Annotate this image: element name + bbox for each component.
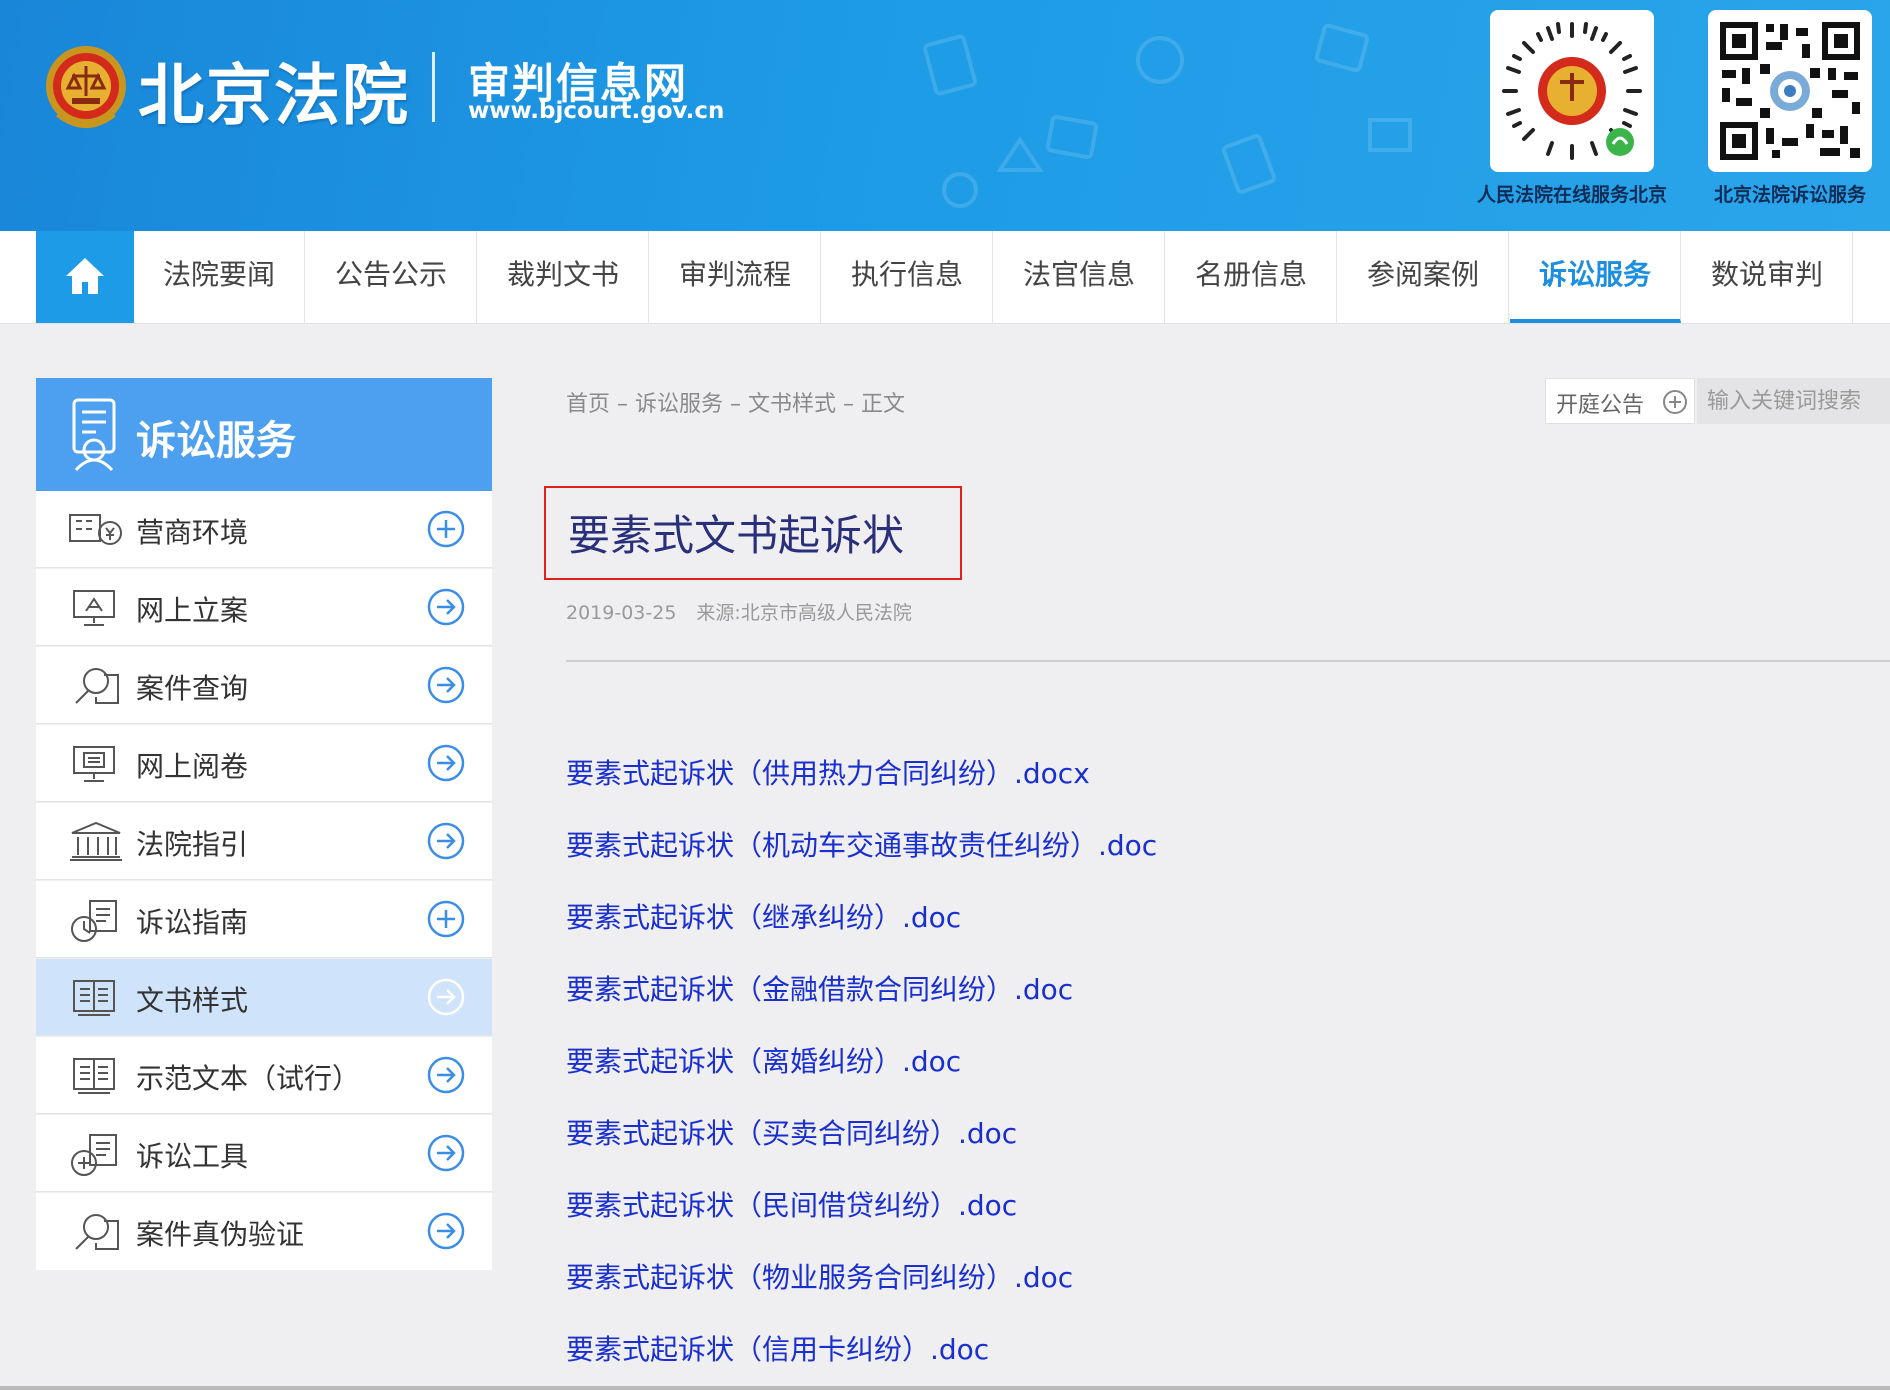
litigation-service-icon — [72, 398, 116, 472]
file-download-link[interactable]: 要素式起诉状（民间借贷纠纷）.doc — [566, 1184, 1017, 1224]
file-download-link[interactable]: 要素式起诉状（机动车交通事故责任纠纷）.doc — [566, 824, 1157, 864]
sidebar-item-label: 案件真伪验证 — [136, 1218, 305, 1251]
sidebar-item-litigation-tools[interactable]: 诉讼工具 — [36, 1115, 492, 1192]
article-meta: 2019-03-25 来源:北京市高级人民法院 — [566, 598, 912, 625]
litigation-guide-icon — [71, 900, 117, 942]
court-emblem-logo — [46, 46, 126, 128]
arrow-right-circle-icon[interactable] — [426, 743, 466, 783]
search-input[interactable] — [1697, 378, 1890, 424]
expand-plus-icon[interactable] — [426, 509, 466, 549]
sample-text-icon — [73, 1058, 115, 1094]
file-download-link[interactable]: 要素式起诉状（继承纠纷）.doc — [566, 896, 961, 936]
case-verify-icon — [75, 1214, 119, 1250]
site-logo-title: 北京法院 — [138, 57, 410, 134]
window-bottom-edge — [0, 1386, 1890, 1390]
file-download-link[interactable]: 要素式起诉状（供用热力合同纠纷）.docx — [566, 752, 1090, 792]
sidebar-item-label: 示范文本（试行） — [136, 1062, 361, 1095]
arrow-right-circle-icon[interactable] — [426, 587, 466, 627]
sidebar-item-online-filing[interactable]: 网上立案 — [36, 569, 492, 646]
file-download-link[interactable]: 要素式起诉状（信用卡纠纷）.doc — [566, 1328, 989, 1368]
arrow-right-circle-icon[interactable] — [426, 665, 466, 705]
business-environment-icon — [69, 514, 122, 545]
sidebar-item-case-search[interactable]: 案件查询 — [36, 647, 492, 724]
site-header: 北京法院 审判信息网 www.bjcourt.gov.cn 人民法院在线服务北京 — [0, 0, 1890, 231]
court-notice-button[interactable]: 开庭公告 — [1545, 378, 1695, 424]
sidebar-item-label: 网上阅卷 — [136, 750, 249, 783]
nav-item-trial-statistics[interactable]: 数说审判 — [1682, 231, 1853, 323]
sidebar-item-sample-texts[interactable]: 示范文本（试行） — [36, 1037, 492, 1114]
logo-divider — [432, 52, 435, 122]
court-building-icon — [70, 821, 122, 861]
online-file-review-icon — [73, 746, 115, 782]
breadcrumb[interactable]: 首页 – 诉讼服务 – 文书样式 – 正文 — [566, 386, 905, 418]
sidebar-item-document-templates[interactable]: 文书样式 — [36, 959, 492, 1036]
article-source: 来源:北京市高级人民法院 — [696, 602, 912, 624]
litigation-tools-icon — [71, 1134, 117, 1176]
home-icon — [66, 258, 104, 294]
litigation-service-qr-label: 北京法院诉讼服务 — [1713, 184, 1866, 206]
nav-item-registry[interactable]: 名册信息 — [1166, 231, 1337, 323]
nav-item-reference-cases[interactable]: 参阅案例 — [1338, 231, 1509, 323]
nav-item-litigation-services[interactable]: 诉讼服务 — [1510, 231, 1681, 323]
sidebar-item-business-environment[interactable]: 营商环境 — [36, 491, 492, 568]
nav-item-announcements[interactable]: 公告公示 — [306, 231, 477, 323]
nav-item-judges[interactable]: 法官信息 — [994, 231, 1165, 323]
file-download-link[interactable]: 要素式起诉状（离婚纠纷）.doc — [566, 1040, 961, 1080]
mini-program-qr-icon — [1502, 22, 1642, 160]
nav-item-enforcement[interactable]: 执行信息 — [822, 231, 993, 323]
article-title: 要素式文书起诉状 — [568, 511, 905, 560]
sidebar-item-online-file-review[interactable]: 网上阅卷 — [36, 725, 492, 802]
content-divider — [566, 660, 1890, 662]
arrow-right-circle-icon[interactable] — [426, 1133, 466, 1173]
sidebar-item-label: 诉讼指南 — [136, 906, 249, 939]
sidebar-item-case-verification[interactable]: 案件真伪验证 — [36, 1193, 492, 1270]
site-logo-url: www.bjcourt.gov.cn — [468, 98, 725, 124]
arrow-right-circle-icon[interactable] — [426, 1055, 466, 1095]
expand-plus-icon[interactable] — [426, 899, 466, 939]
case-search-icon — [75, 668, 119, 704]
sidebar-item-label: 案件查询 — [136, 672, 249, 705]
sidebar-item-label: 营商环境 — [136, 516, 249, 549]
sidebar-header: 诉讼服务 — [36, 378, 492, 491]
sidebar-item-label: 诉讼工具 — [136, 1140, 249, 1173]
sidebar-item-litigation-guide[interactable]: 诉讼指南 — [36, 881, 492, 958]
sidebar-item-court-guide[interactable]: 法院指引 — [36, 803, 492, 880]
nav-home-button[interactable] — [36, 231, 134, 323]
qr-code-icon — [1720, 22, 1860, 160]
nav-item-trial-process[interactable]: 审判流程 — [650, 231, 821, 323]
sidebar-item-label: 网上立案 — [136, 594, 249, 627]
file-download-link[interactable]: 要素式起诉状（物业服务合同纠纷）.doc — [566, 1256, 1073, 1296]
plus-circle-icon — [1663, 390, 1687, 414]
nav-item-court-news[interactable]: 法院要闻 — [134, 231, 305, 323]
sidebar-item-label: 文书样式 — [136, 984, 249, 1017]
article-date: 2019-03-25 — [566, 602, 677, 624]
main-nav: 法院要闻 公告公示 裁判文书 审判流程 执行信息 法官信息 名册信息 参阅案例 … — [0, 231, 1890, 324]
file-download-link[interactable]: 要素式起诉状（买卖合同纠纷）.doc — [566, 1112, 1017, 1152]
mini-program-qr-code — [1490, 10, 1654, 172]
sidebar-title: 诉讼服务 — [136, 418, 296, 464]
online-filing-icon — [73, 590, 115, 626]
article-title-highlight: 要素式文书起诉状 — [544, 486, 962, 580]
arrow-right-circle-icon[interactable] — [426, 821, 466, 861]
arrow-right-circle-icon[interactable] — [426, 1211, 466, 1251]
document-template-icon — [73, 980, 115, 1016]
header-decoration-pattern — [923, 23, 1412, 208]
mini-program-qr-label: 人民法院在线服务北京 — [1476, 184, 1667, 206]
sidebar-item-label: 法院指引 — [136, 828, 249, 861]
court-notice-label: 开庭公告 — [1556, 393, 1645, 418]
litigation-service-qr-code — [1708, 10, 1872, 172]
arrow-right-circle-icon[interactable] — [426, 977, 466, 1017]
file-download-link[interactable]: 要素式起诉状（金融借款合同纠纷）.doc — [566, 968, 1073, 1008]
nav-item-judgments[interactable]: 裁判文书 — [478, 231, 649, 323]
